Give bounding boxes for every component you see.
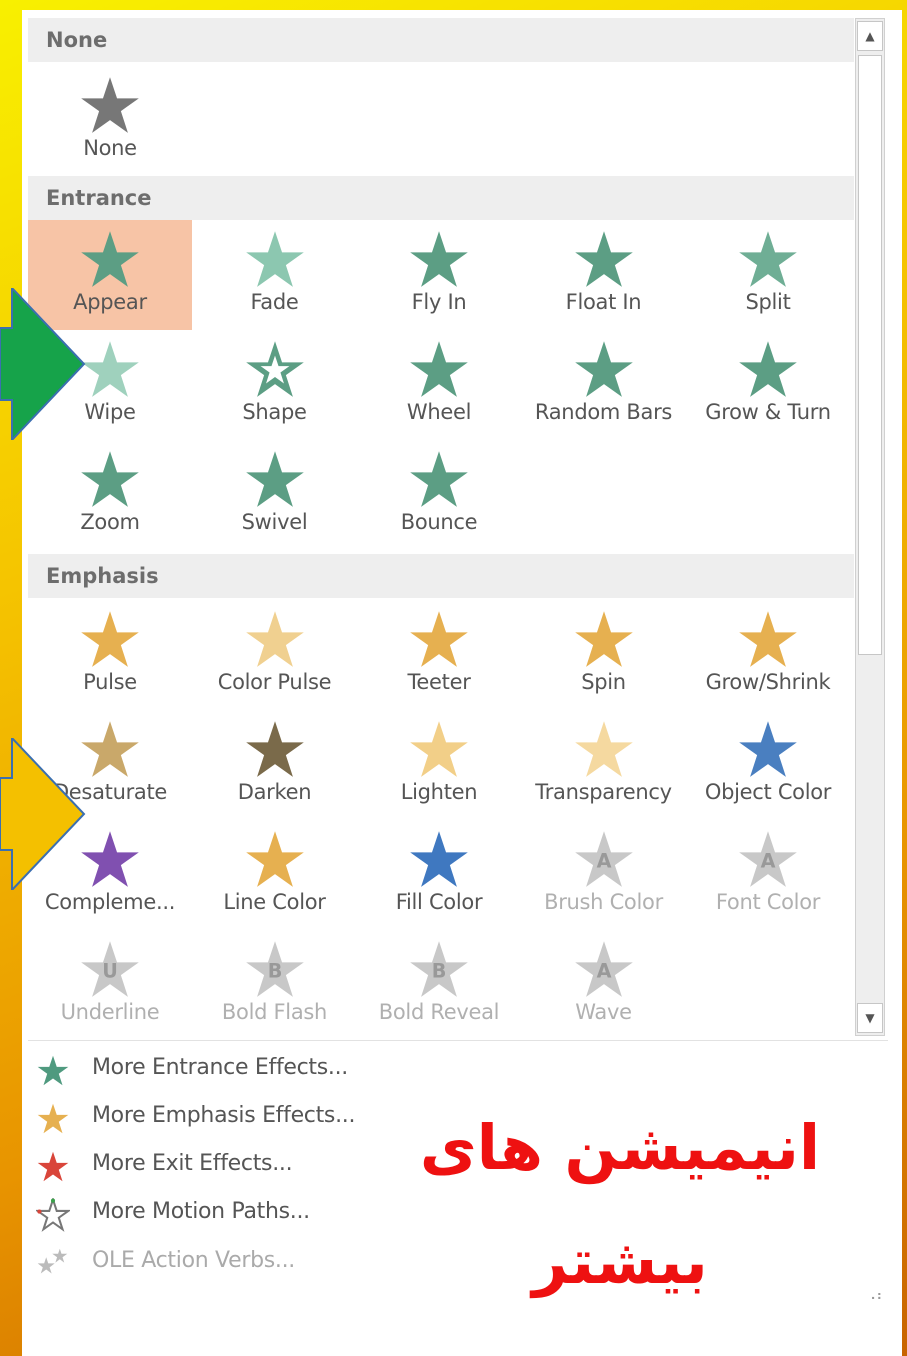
animation-gallery: None None Entrance Appear Fade Fly In Float…: [28, 18, 854, 1038]
annotation-line-1: انیمیشن های: [419, 1111, 821, 1184]
effect-bold-reveal[interactable]: B Bold Reveal: [357, 930, 521, 1038]
effect-fade[interactable]: Fade: [193, 220, 357, 330]
grow-shrink-star-icon: [739, 611, 797, 667]
red-star-icon: [37, 1151, 69, 1182]
effect-pulse[interactable]: Pulse: [28, 600, 192, 710]
effect-split[interactable]: Split: [686, 220, 850, 330]
green-star-icon: [37, 1055, 69, 1086]
ole-action-verbs[interactable]: OLE Action Verbs...: [36, 1243, 396, 1283]
outline-star-icon: [36, 1198, 70, 1232]
more-motion-paths[interactable]: More Motion Paths...: [36, 1194, 396, 1234]
gold-star-icon: [37, 1103, 69, 1134]
annotation-line-2: بیشتر: [532, 1225, 708, 1298]
fly-in-star-icon: [410, 231, 468, 287]
svg-text:A: A: [596, 960, 611, 983]
effect-line-color[interactable]: Line Color: [193, 820, 357, 930]
scroll-up-button[interactable]: ▲: [857, 21, 883, 51]
darken-star-icon: [245, 721, 304, 777]
more-emphasis-effects[interactable]: More Emphasis Effects...: [36, 1098, 396, 1138]
spin-star-icon: [574, 611, 633, 667]
section-header-emphasis: Emphasis: [28, 554, 854, 598]
bounce-star-icon: [410, 451, 468, 507]
effect-darken[interactable]: Darken: [193, 710, 357, 820]
effect-bold-flash[interactable]: B Bold Flash: [193, 930, 357, 1038]
effect-grow-shrink[interactable]: Grow/Shrink: [686, 600, 850, 710]
scroll-thumb[interactable]: [858, 55, 882, 655]
teeter-star-icon: [410, 611, 468, 667]
fade-star-icon: [245, 231, 304, 287]
effect-wheel[interactable]: Wheel: [357, 330, 521, 440]
font-color-star-icon: A: [739, 831, 797, 887]
menu-divider: [28, 1040, 888, 1041]
transparency-star-icon: [574, 721, 633, 777]
green-arrow-icon: [0, 288, 86, 440]
effect-brush-color[interactable]: A Brush Color: [522, 820, 686, 930]
effect-grow-turn[interactable]: Grow & Turn: [686, 330, 850, 440]
pulse-star-icon: [81, 611, 139, 667]
effect-swivel[interactable]: Swivel: [193, 440, 357, 550]
brush-color-star-icon: A: [574, 831, 633, 887]
gallery-scrollbar[interactable]: ▲ ▼: [855, 18, 885, 1036]
none-star-icon: [81, 77, 139, 133]
resize-grip-icon[interactable]: ⠠⠆: [866, 1288, 887, 1304]
grow-turn-star-icon: [739, 341, 797, 397]
float-in-star-icon: [574, 231, 633, 287]
more-entrance-effects[interactable]: More Entrance Effects...: [36, 1050, 396, 1090]
effect-bounce[interactable]: Bounce: [357, 440, 521, 550]
effect-spin[interactable]: Spin: [522, 600, 686, 710]
fill-color-star-icon: [410, 831, 468, 887]
effect-fly-in[interactable]: Fly In: [357, 220, 521, 330]
effect-fill-color[interactable]: Fill Color: [357, 820, 521, 930]
effect-zoom[interactable]: Zoom: [28, 440, 192, 550]
effect-teeter[interactable]: Teeter: [357, 600, 521, 710]
effect-random-bars[interactable]: Random Bars: [522, 330, 686, 440]
scroll-down-button[interactable]: ▼: [857, 1003, 883, 1033]
wheel-star-icon: [410, 341, 468, 397]
effect-object-color[interactable]: Object Color: [686, 710, 850, 820]
lighten-star-icon: [410, 721, 468, 777]
more-exit-effects[interactable]: More Exit Effects...: [36, 1146, 396, 1186]
effect-color-pulse[interactable]: Color Pulse: [193, 600, 357, 710]
gray-stars-icon: [37, 1248, 68, 1274]
wave-star-icon: A: [574, 941, 633, 997]
random-bars-star-icon: [574, 341, 633, 397]
svg-text:A: A: [596, 850, 611, 873]
svg-text:B: B: [432, 960, 447, 983]
effect-shape[interactable]: Shape: [193, 330, 357, 440]
svg-text:A: A: [761, 850, 776, 873]
object-color-star-icon: [739, 721, 797, 777]
effect-font-color[interactable]: A Font Color: [686, 820, 850, 930]
bold-reveal-star-icon: B: [410, 941, 468, 997]
underline-star-icon: U: [81, 941, 139, 997]
swivel-star-icon: [245, 451, 304, 507]
svg-text:U: U: [102, 960, 118, 983]
effect-underline[interactable]: U Underline: [28, 930, 192, 1038]
section-header-none: None: [28, 18, 854, 62]
yellow-arrow-icon: [0, 738, 86, 890]
split-star-icon: [739, 231, 797, 287]
svg-text:B: B: [267, 960, 282, 983]
effect-float-in[interactable]: Float In: [522, 220, 686, 330]
color-pulse-star-icon: [245, 611, 304, 667]
bold-flash-star-icon: B: [245, 941, 304, 997]
section-header-entrance: Entrance: [28, 176, 854, 220]
effect-none[interactable]: None: [28, 66, 192, 176]
line-color-star-icon: [245, 831, 304, 887]
zoom-star-icon: [81, 451, 139, 507]
appear-star-icon: [81, 231, 139, 287]
effect-wave[interactable]: A Wave: [522, 930, 686, 1038]
effect-lighten[interactable]: Lighten: [357, 710, 521, 820]
effect-transparency[interactable]: Transparency: [522, 710, 686, 820]
shape-star-icon: [245, 341, 304, 397]
